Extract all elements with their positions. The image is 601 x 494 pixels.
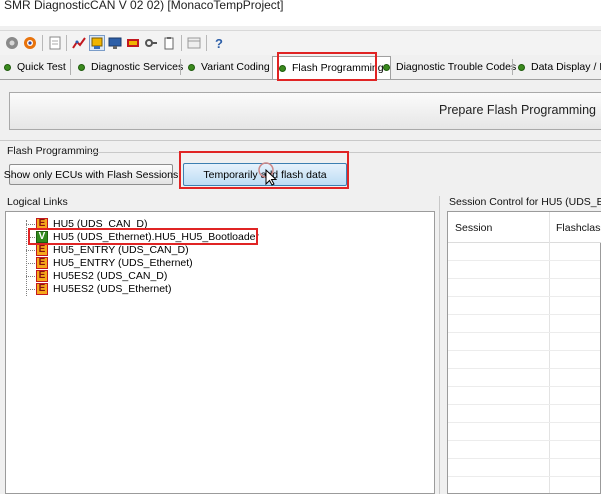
highlight-box (28, 228, 258, 245)
tab-label: Data Display / I( (531, 61, 601, 73)
disk-icon[interactable] (4, 35, 20, 51)
table-header: Session Flashclass (448, 212, 601, 243)
tab-variant-coding[interactable]: Variant Coding (188, 57, 270, 77)
graph-icon[interactable] (71, 35, 87, 51)
status-dot-icon (383, 63, 390, 71)
ecu-e-icon: E (36, 256, 48, 269)
tree-item-hu5-entry-ethernet[interactable]: E HU5_ENTRY (UDS_Ethernet) (36, 256, 193, 269)
key-icon[interactable] (143, 35, 159, 51)
clipboard-icon[interactable] (161, 35, 177, 51)
document-icon[interactable] (47, 35, 63, 51)
status-dot-icon (78, 63, 85, 71)
splitter[interactable] (439, 196, 440, 494)
column-header-flashclass[interactable]: Flashclass (556, 222, 601, 234)
ecu-icon[interactable] (89, 35, 105, 51)
tree-item-hu5es2-ethernet[interactable]: E HU5ES2 (UDS_Ethernet) (36, 282, 171, 295)
tab-diagnostic-trouble-codes[interactable]: Diagnostic Trouble Codes (383, 57, 516, 77)
tab-label: Quick Test (17, 61, 66, 73)
status-dot-icon (188, 63, 195, 71)
prepare-flash-programming-button[interactable]: Prepare Flash Programming (9, 92, 601, 130)
help-icon[interactable]: ? (211, 35, 227, 51)
status-dot-icon (518, 63, 525, 71)
logical-links-title: Logical Links (7, 196, 68, 208)
flash-programming-group-title: Flash Programming (7, 145, 99, 157)
tree-item-label: HU5_ENTRY (UDS_Ethernet) (53, 256, 193, 269)
tab-label: Variant Coding (201, 61, 270, 73)
show-only-flash-ecus-button[interactable]: Show only ECUs with Flash Sessions (4, 164, 178, 185)
ecu-e-icon: E (36, 269, 48, 282)
window-icon[interactable] (186, 35, 202, 51)
session-control-title: Session Control for HU5 (UDS_Ethern (449, 196, 601, 208)
settings-icon[interactable] (125, 35, 141, 51)
tree-item-label: HU5_ENTRY (UDS_CAN_D) (53, 243, 189, 256)
title-bar: SMR DiagnosticCAN V 02 02) [MonacoTempPr… (0, 0, 601, 26)
svg-text:?: ? (215, 36, 223, 50)
button-label: Prepare Flash Programming (438, 103, 596, 117)
mouse-cursor-icon (258, 162, 278, 186)
monitor-icon[interactable] (107, 35, 123, 51)
tree-item-label: HU5ES2 (UDS_Ethernet) (53, 282, 172, 295)
tab-label: Diagnostic Services (91, 61, 184, 73)
tree-item-hu5es2-can[interactable]: E HU5ES2 (UDS_CAN_D) (36, 269, 167, 282)
ecu-e-icon: E (36, 282, 48, 295)
ecu-e-icon: E (36, 243, 48, 256)
status-dot-icon (4, 63, 11, 71)
tab-diagnostic-services[interactable]: Diagnostic Services (78, 57, 183, 77)
highlight-box (277, 52, 377, 81)
column-header-session[interactable]: Session (455, 222, 492, 234)
tab-label: Diagnostic Trouble Codes (396, 61, 517, 73)
stop-icon[interactable] (22, 35, 38, 51)
session-control-table[interactable]: Session Flashclass (447, 211, 601, 494)
window-title: SMR DiagnosticCAN V 02 02) [MonacoTempPr… (4, 0, 284, 12)
logical-links-tree[interactable]: E HU5 (UDS_CAN_D) V HU5 (UDS_Ethernet).H… (5, 211, 435, 494)
tree-item-label: HU5ES2 (UDS_CAN_D) (53, 269, 168, 282)
tab-data-display[interactable]: Data Display / I( (518, 57, 601, 77)
tab-quick-test[interactable]: Quick Test (4, 57, 66, 77)
